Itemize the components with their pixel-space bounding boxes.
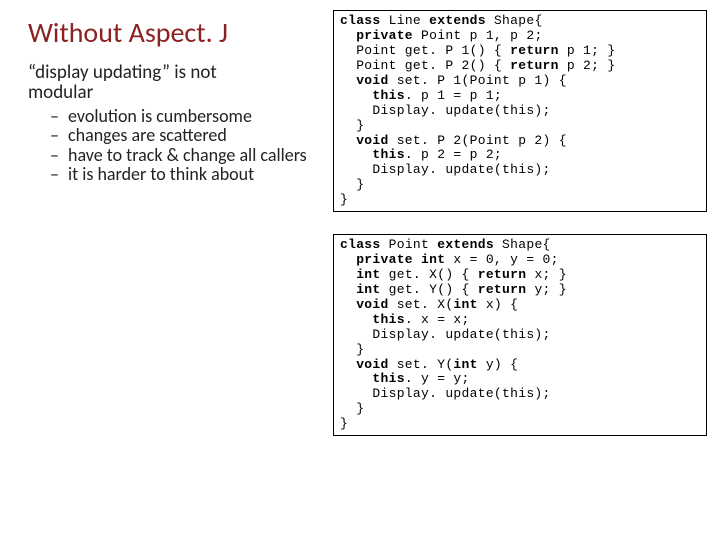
code-point-class: class Point extends Shape{ private int x…: [340, 238, 700, 432]
slide-title: Without Aspect. J: [28, 18, 318, 49]
list-item: it is harder to think about: [54, 165, 318, 184]
list-item: changes are scattered: [54, 126, 318, 145]
bullet-list: evolution is cumbersome changes are scat…: [28, 107, 318, 185]
code-box-line: class Line extends Shape{ private Point …: [333, 10, 707, 212]
subtitle-line2: modular: [28, 81, 93, 104]
left-column: Without Aspect. J “display updating” is …: [28, 18, 318, 184]
subtitle: “display updating” is not modular: [28, 63, 318, 103]
code-line-class: class Line extends Shape{ private Point …: [340, 14, 700, 208]
code-box-point: class Point extends Shape{ private int x…: [333, 234, 707, 436]
